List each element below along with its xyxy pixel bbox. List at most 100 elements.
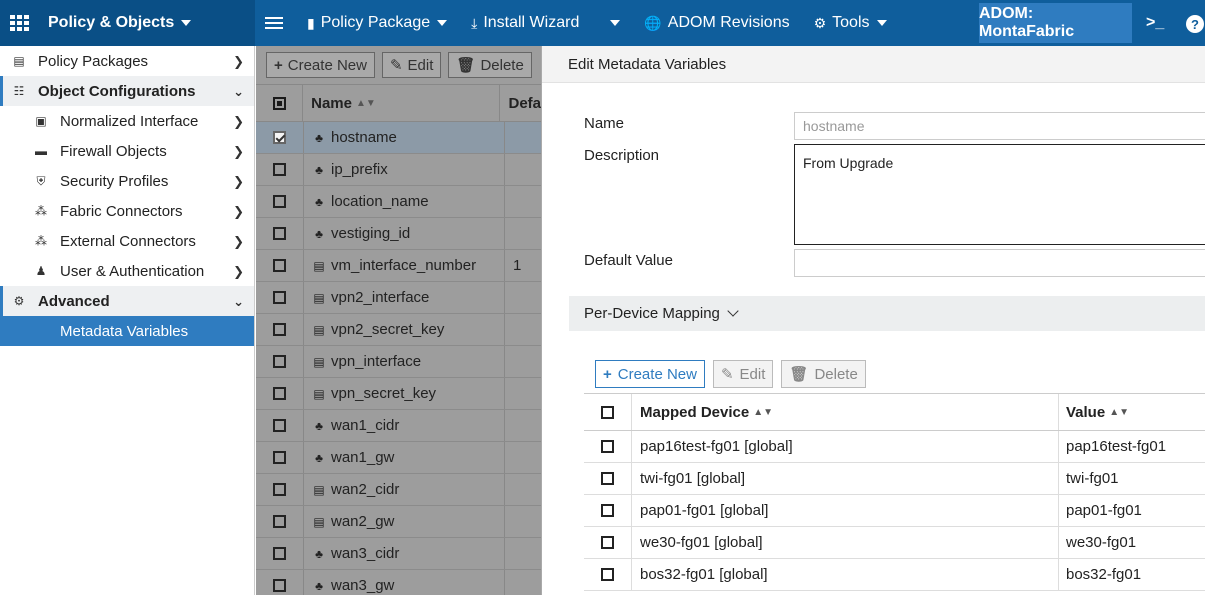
list-icon: ▤ <box>313 322 325 337</box>
default-value-field[interactable] <box>794 249 1205 277</box>
delete-label: Delete <box>480 56 524 74</box>
row-default-cell <box>505 474 513 505</box>
table-row[interactable]: ▤ wan2_cidr <box>256 474 541 506</box>
row-default-cell <box>505 282 513 313</box>
variable-icon: ♣ <box>315 578 323 593</box>
mapping-row[interactable]: pap01-fg01 [global] pap01-fg01 <box>584 495 1205 527</box>
name-column-header[interactable]: Name ▲▼ <box>303 85 501 121</box>
table-row[interactable]: ▤ vpn2_secret_key <box>256 314 541 346</box>
table-row[interactable]: ♣ location_name <box>256 186 541 218</box>
row-checkbox[interactable] <box>256 282 304 313</box>
sidebar-item-security-profiles[interactable]: ⛨ Security Profiles ❯ <box>0 166 254 196</box>
chevron-down-icon <box>437 20 448 26</box>
sidebar-item-firewall-objects[interactable]: ▬ Firewall Objects ❯ <box>0 136 254 166</box>
mapping-delete-button[interactable]: 🗑 Delete <box>781 360 866 388</box>
sidebar-item-advanced[interactable]: ⚙ Advanced ⌄ <box>0 286 254 316</box>
row-default-cell: 1 <box>513 257 522 274</box>
row-checkbox[interactable] <box>256 506 304 537</box>
mapped-device-column-header[interactable]: Mapped Device ▲▼ <box>632 394 1059 430</box>
description-textarea[interactable]: From Upgrade <box>794 144 1205 245</box>
row-checkbox[interactable] <box>256 474 304 505</box>
row-name: ip_prefix <box>331 161 388 178</box>
delete-button[interactable]: 🗑 Delete <box>448 52 532 78</box>
sidebar-item-external-connectors[interactable]: ⁂ External Connectors ❯ <box>0 226 254 256</box>
module-switcher[interactable]: Policy & Objects <box>0 0 255 46</box>
row-checkbox[interactable] <box>256 346 304 377</box>
mapping-row-checkbox[interactable] <box>584 527 632 558</box>
sidebar-item-user-authentication[interactable]: ♟ User & Authentication ❯ <box>0 256 254 286</box>
row-checkbox[interactable] <box>256 250 304 281</box>
sidebar-item-metadata-variables[interactable]: Metadata Variables <box>0 316 254 346</box>
mapping-row[interactable]: pap16test-fg01 [global] pap16test-fg01 <box>584 431 1205 463</box>
mapping-row-checkbox[interactable] <box>584 559 632 590</box>
sidebar-item-policy-packages[interactable]: ▤ Policy Packages ❯ <box>0 46 254 76</box>
mapping-row-checkbox[interactable] <box>584 495 632 526</box>
table-row[interactable]: ▤ wan2_gw <box>256 506 541 538</box>
row-checkbox[interactable] <box>256 218 304 249</box>
mapping-row[interactable]: bos32-fg01 [global] bos32-fg01 <box>584 559 1205 591</box>
sidebar-item-normalized-interface[interactable]: ▣ Normalized Interface ❯ <box>0 106 254 136</box>
table-row[interactable]: ▤ vpn2_interface <box>256 282 541 314</box>
help-icon[interactable]: ? <box>1186 15 1204 33</box>
hamburger-menu-icon[interactable] <box>265 17 283 29</box>
mapping-row-checkbox[interactable] <box>584 431 632 462</box>
tools-menu[interactable]: ⚙ Tools <box>802 0 899 46</box>
row-checkbox[interactable] <box>256 378 304 409</box>
row-default-cell <box>505 314 513 345</box>
table-row[interactable]: ♣ wan3_gw <box>256 570 541 595</box>
row-checkbox[interactable] <box>256 314 304 345</box>
install-dropdown-button[interactable] <box>591 0 632 46</box>
row-checkbox[interactable] <box>256 186 304 217</box>
table-row[interactable]: ♣ wan1_gw <box>256 442 541 474</box>
row-name-cell: ♣ wan1_gw <box>304 442 505 473</box>
adom-selector[interactable]: ADOM: MontaFabric <box>979 3 1132 43</box>
table-row[interactable]: ♣ hostname <box>256 122 541 154</box>
user-icon: ♟ <box>35 264 47 278</box>
table-row[interactable]: ▤ vm_interface_number 1 <box>256 250 541 282</box>
list-header: Name ▲▼ Defa <box>256 84 541 122</box>
select-all-checkbox[interactable] <box>256 85 304 121</box>
name-field[interactable]: hostname <box>794 112 1205 140</box>
sidebar-item-fabric-connectors[interactable]: ⁂ Fabric Connectors ❯ <box>0 196 254 226</box>
objects-icon: ☷ <box>13 84 25 98</box>
row-checkbox[interactable] <box>256 570 304 595</box>
sidebar-item-object-configurations[interactable]: ☷ Object Configurations ⌄ <box>0 76 254 106</box>
row-name: vpn_interface <box>331 353 422 370</box>
mapping-select-all-checkbox[interactable] <box>584 394 632 430</box>
row-name: wan3_gw <box>331 577 395 594</box>
default-column-header[interactable]: Defa <box>500 85 541 121</box>
variable-icon: ♣ <box>315 162 323 177</box>
table-row[interactable]: ▤ vpn_interface <box>256 346 541 378</box>
chevron-right-icon: ❯ <box>233 204 244 219</box>
table-row[interactable]: ♣ ip_prefix <box>256 154 541 186</box>
mapped-device-cell: pap01-fg01 [global] <box>632 495 1059 526</box>
mapping-row[interactable]: we30-fg01 [global] we30-fg01 <box>584 527 1205 559</box>
table-row[interactable]: ▤ vpn_secret_key <box>256 378 541 410</box>
row-checkbox[interactable] <box>256 442 304 473</box>
firewall-icon: ▬ <box>35 144 47 158</box>
row-checkbox[interactable] <box>256 410 304 441</box>
table-row[interactable]: ♣ wan1_cidr <box>256 410 541 442</box>
row-name-cell: ▤ vpn2_secret_key <box>304 314 505 345</box>
install-wizard-button[interactable]: ⤓ Install Wizard <box>459 0 591 46</box>
create-new-button[interactable]: + Create New <box>266 52 375 78</box>
row-checkbox[interactable] <box>256 154 304 185</box>
per-device-mapping-toggle[interactable]: Per-Device Mapping <box>569 296 1205 331</box>
mapping-edit-button[interactable]: ✎ Edit <box>712 360 774 388</box>
row-checkbox[interactable] <box>256 538 304 569</box>
list-icon: ▤ <box>313 386 325 401</box>
mapping-create-new-button[interactable]: + Create New <box>595 360 705 388</box>
edit-button[interactable]: ✎ Edit <box>381 52 442 78</box>
row-default-cell <box>505 538 513 569</box>
row-checkbox[interactable] <box>256 122 304 153</box>
value-column-header[interactable]: Value ▲▼ <box>1059 394 1129 430</box>
trash-icon: 🗑 <box>456 57 476 74</box>
adom-revisions-button[interactable]: 🌐 ADOM Revisions <box>632 0 801 46</box>
mapping-row-checkbox[interactable] <box>584 463 632 494</box>
cli-console-icon[interactable]: >_ <box>1146 0 1164 46</box>
sidebar-item-label: Policy Packages <box>38 52 149 70</box>
mapping-row[interactable]: twi-fg01 [global] twi-fg01 <box>584 463 1205 495</box>
table-row[interactable]: ♣ wan3_cidr <box>256 538 541 570</box>
policy-package-menu[interactable]: ▮ Policy Package <box>295 0 459 46</box>
table-row[interactable]: ♣ vestiging_id <box>256 218 541 250</box>
